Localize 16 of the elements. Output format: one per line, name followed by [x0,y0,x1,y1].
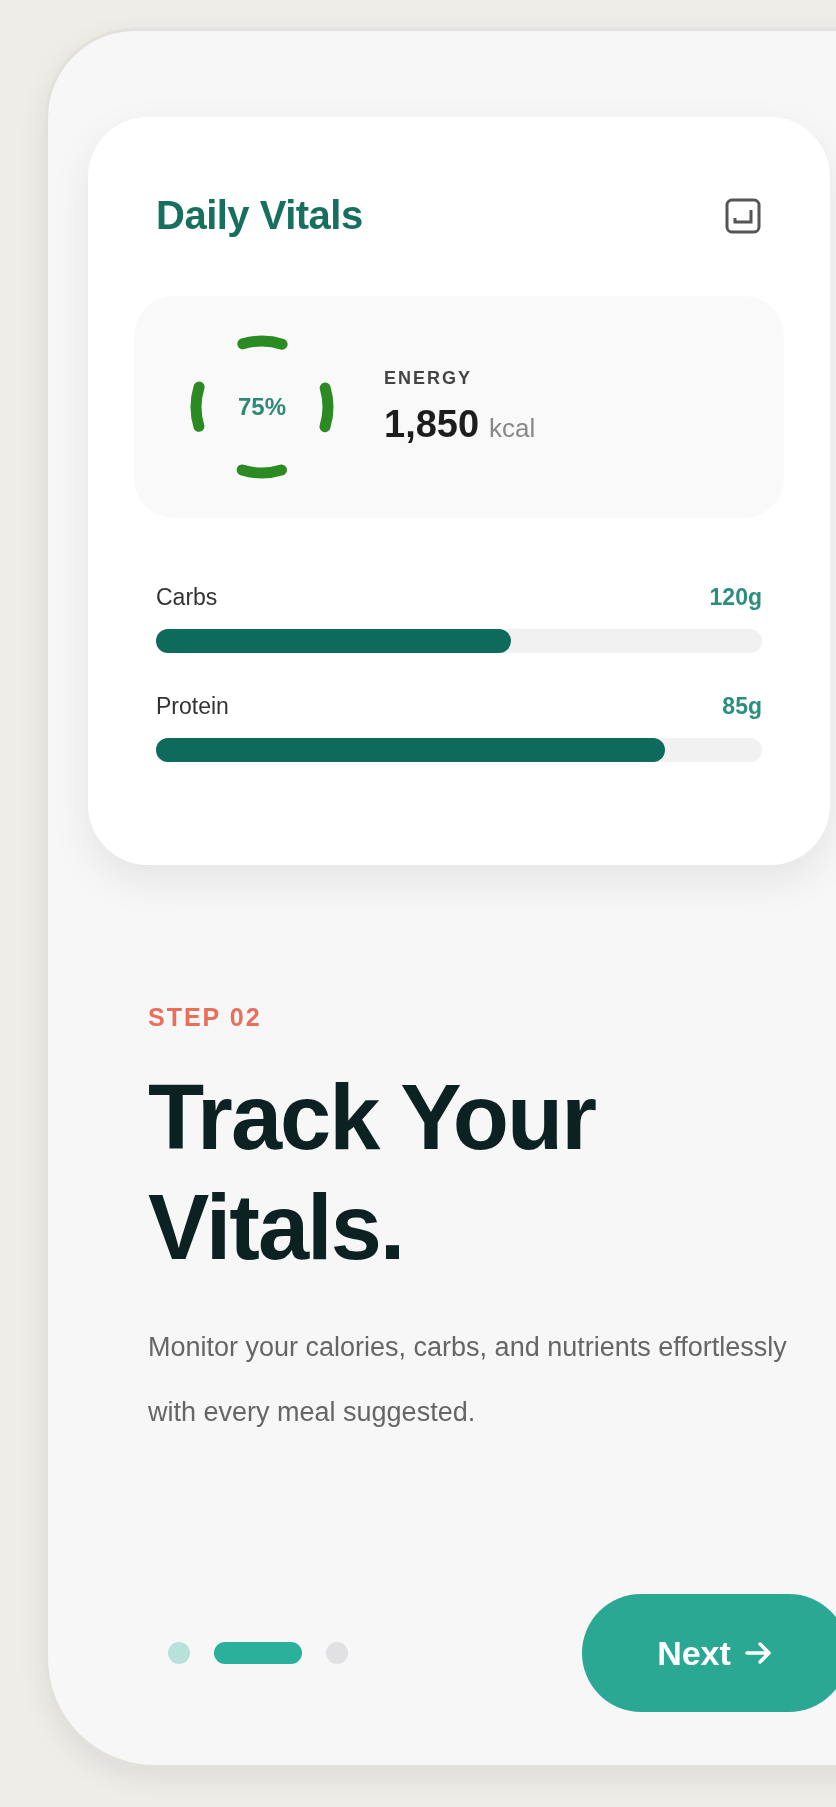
headline: Track Your Vitals. [148,1065,597,1281]
nutrient-amount: 85g [722,693,762,720]
nutrient-amount: 120g [709,584,762,611]
description: Monitor your calories, carbs, and nutrients effortlessly with every meal suggested. [148,1330,788,1429]
energy-unit: kcal [489,413,536,444]
arrow-right-icon [744,1641,773,1666]
nutrient-name: Carbs [156,584,218,611]
nutrient-name: Protein [156,693,229,720]
next-button[interactable]: Next [582,1594,836,1713]
step-label: STEP 02 [148,1003,263,1032]
card-title: Daily Vitals [156,193,363,238]
page-dot[interactable] [168,1642,190,1665]
energy-value: 1,850 [384,403,480,446]
expand-icon[interactable] [724,196,762,235]
energy-label: ENERGY [384,368,474,389]
energy-percent: 75% [237,393,286,421]
